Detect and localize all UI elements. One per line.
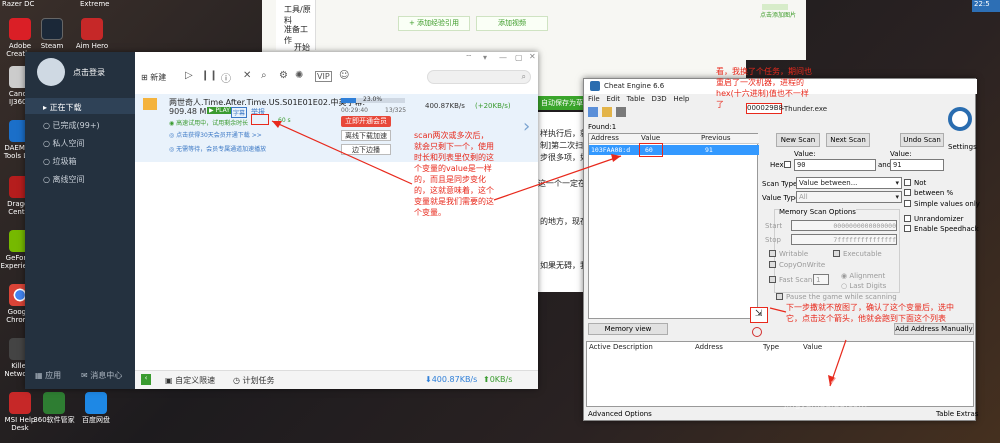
arrow-line-trial — [271, 120, 413, 185]
arrow-head-value — [611, 154, 621, 162]
watermark-url: jingyan.baidu.com — [784, 400, 868, 410]
arrow-line-value — [493, 155, 622, 201]
arrow-line-arrowbtn — [769, 307, 787, 313]
